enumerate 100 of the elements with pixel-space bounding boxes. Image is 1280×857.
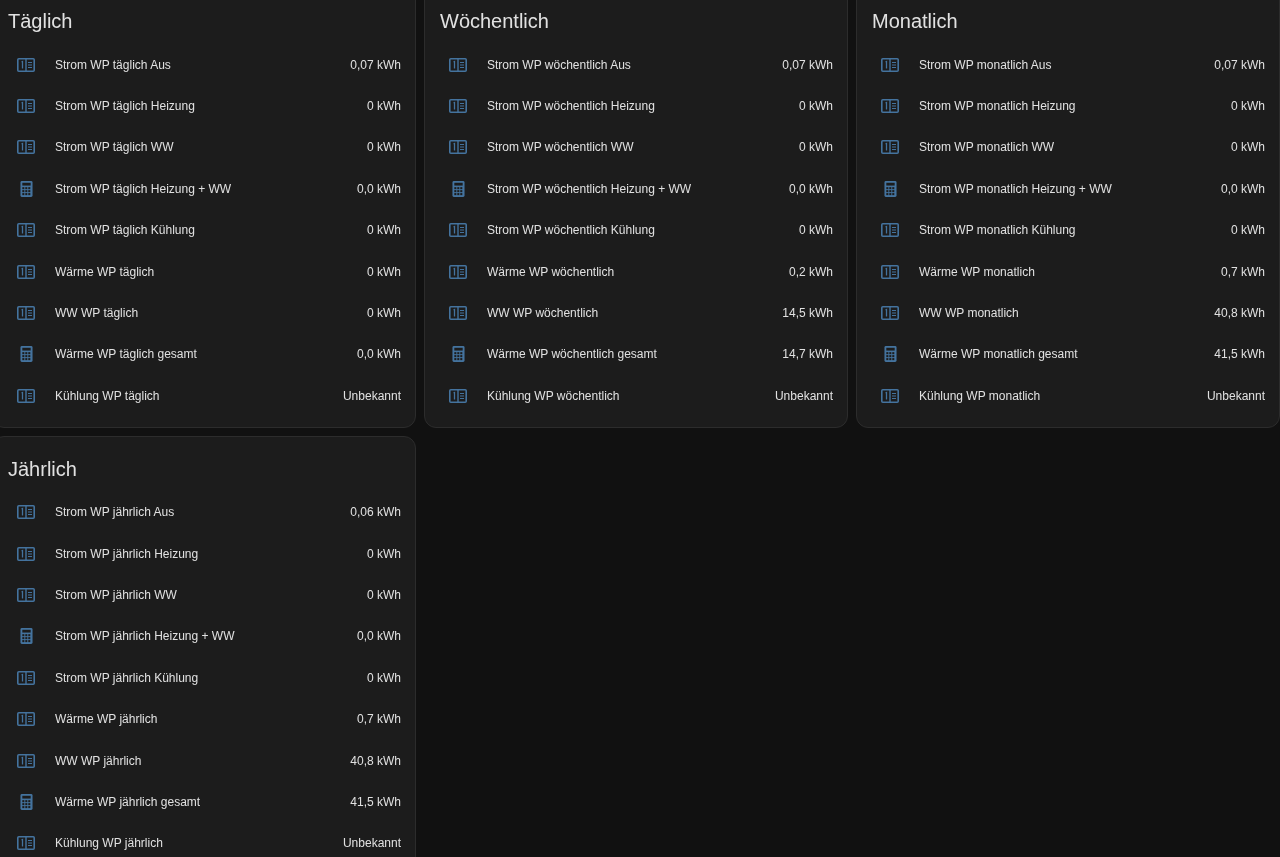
entity-name[interactable]: Strom WP jährlich Kühlung — [55, 670, 367, 685]
entity-value: 0 kWh — [799, 223, 833, 238]
calculator-icon — [451, 179, 465, 198]
entity-name[interactable]: Strom WP wöchentlich Heizung — [487, 99, 799, 114]
entity-value: 0 kWh — [799, 99, 833, 114]
entity-name[interactable]: Strom WP täglich Heizung — [55, 99, 367, 114]
entity-name[interactable]: Strom WP täglich Kühlung — [55, 223, 367, 238]
entity-name[interactable]: Strom WP monatlich Heizung + WW — [919, 181, 1221, 196]
entity-name[interactable]: Strom WP wöchentlich WW — [487, 140, 799, 155]
entity-value: 0,0 kWh — [357, 181, 401, 196]
entity-name[interactable]: WW WP täglich — [55, 306, 367, 321]
entity-value: 0 kWh — [1231, 140, 1265, 155]
calculator-icon — [883, 179, 897, 198]
entity-name[interactable]: Strom WP täglich Aus — [55, 57, 351, 72]
counter-icon — [17, 588, 35, 602]
entity-value: 0 kWh — [367, 546, 401, 561]
calculator-icon — [451, 345, 465, 364]
entity-name[interactable]: Wärme WP täglich — [55, 264, 367, 279]
entity-name[interactable]: Wärme WP jährlich — [55, 712, 357, 727]
counter-icon — [449, 99, 467, 114]
entity-value: 0,7 kWh — [357, 712, 401, 727]
counter-icon — [17, 223, 35, 238]
entity-name[interactable]: Wärme WP jährlich gesamt — [55, 794, 351, 809]
entity-value: Unbekannt — [774, 388, 833, 403]
calculator-icon — [883, 345, 897, 364]
entity-value: 0 kWh — [367, 306, 401, 321]
entity-value: 0 kWh — [1231, 223, 1265, 238]
counter-icon — [17, 670, 35, 685]
entity-name[interactable]: Wärme WP monatlich — [919, 264, 1221, 279]
counter-icon — [881, 99, 899, 114]
counter-icon — [17, 712, 35, 727]
entity-name[interactable]: Strom WP jährlich Heizung — [55, 546, 367, 561]
entity-name[interactable]: Strom WP monatlich Kühlung — [919, 223, 1231, 238]
entity-name[interactable]: Strom WP monatlich WW — [919, 140, 1231, 155]
counter-icon — [449, 264, 467, 279]
entity-value: 0 kWh — [1231, 99, 1265, 114]
entity-name[interactable]: Wärme WP wöchentlich — [487, 264, 789, 279]
entity-name[interactable]: Strom WP monatlich Aus — [919, 57, 1215, 72]
counter-icon — [881, 388, 899, 403]
counter-icon — [17, 388, 35, 403]
entity-value: 0,2 kWh — [789, 264, 833, 279]
entity-value: 0 kWh — [367, 140, 401, 155]
counter-icon — [449, 140, 467, 155]
counter-icon — [881, 306, 899, 321]
calculator-icon — [19, 179, 33, 198]
counter-icon — [449, 57, 467, 72]
entity-value: 0 kWh — [367, 99, 401, 114]
counter-icon — [17, 836, 35, 851]
entity-name[interactable]: Strom WP monatlich Heizung — [919, 99, 1231, 114]
card-title: Jährlich — [8, 456, 77, 482]
entity-name[interactable]: WW WP monatlich — [919, 306, 1215, 321]
card-title: Wöchentlich — [440, 9, 549, 34]
entity-name[interactable]: WW WP jährlich — [55, 753, 351, 768]
counter-icon — [881, 57, 899, 72]
entity-value: 0 kWh — [367, 588, 401, 602]
counter-icon — [449, 223, 467, 238]
entity-value: Unbekannt — [342, 388, 401, 403]
entity-name[interactable]: Strom WP jährlich Aus — [55, 505, 351, 520]
entity-name[interactable]: Wärme WP täglich gesamt — [55, 347, 357, 362]
entity-name[interactable]: Strom WP jährlich WW — [55, 588, 367, 602]
entity-value: 0,07 kWh — [782, 57, 833, 72]
entity-value: 0,07 kWh — [350, 57, 401, 72]
entity-value: 0 kWh — [799, 140, 833, 155]
entity-name[interactable]: Strom WP wöchentlich Kühlung — [487, 223, 799, 238]
counter-icon — [17, 140, 35, 155]
entity-value: 40,8 kWh — [1214, 306, 1265, 321]
entity-value: 14,7 kWh — [782, 347, 833, 362]
entity-value: 0,0 kWh — [357, 347, 401, 362]
counter-icon — [17, 99, 35, 114]
entity-name[interactable]: Strom WP jährlich Heizung + WW — [55, 629, 357, 644]
entity-name[interactable]: Kühlung WP monatlich — [919, 388, 1207, 403]
entity-name[interactable]: WW WP wöchentlich — [487, 306, 783, 321]
entity-value: 14,5 kWh — [782, 306, 833, 321]
counter-icon — [881, 140, 899, 155]
counter-icon — [17, 505, 35, 520]
counter-icon — [449, 306, 467, 321]
entity-value: 0,07 kWh — [1214, 57, 1265, 72]
entity-name[interactable]: Kühlung WP täglich — [55, 388, 343, 403]
entity-value: Unbekannt — [342, 836, 401, 851]
counter-icon — [17, 753, 35, 768]
counter-icon — [449, 388, 467, 403]
counter-icon — [881, 264, 899, 279]
entity-value: 0,0 kWh — [357, 629, 401, 644]
entity-name[interactable]: Kühlung WP wöchentlich — [487, 388, 775, 403]
entity-value: 0,7 kWh — [1221, 264, 1265, 279]
card-title: Täglich — [8, 9, 73, 34]
card-title: Monatlich — [872, 9, 958, 34]
entity-value: 0,0 kWh — [789, 181, 833, 196]
entity-name[interactable]: Wärme WP monatlich gesamt — [919, 347, 1215, 362]
entity-value: 0 kWh — [367, 223, 401, 238]
entity-name[interactable]: Wärme WP wöchentlich gesamt — [487, 347, 783, 362]
entity-name[interactable]: Strom WP täglich WW — [55, 140, 367, 155]
entity-name[interactable]: Strom WP täglich Heizung + WW — [55, 181, 357, 196]
counter-icon — [881, 223, 899, 238]
entity-name[interactable]: Kühlung WP jährlich — [55, 836, 343, 851]
entity-value: 40,8 kWh — [350, 753, 401, 768]
entity-value: Unbekannt — [1206, 388, 1265, 403]
entity-value: 0,0 kWh — [1221, 181, 1265, 196]
entity-name[interactable]: Strom WP wöchentlich Aus — [487, 57, 783, 72]
entity-name[interactable]: Strom WP wöchentlich Heizung + WW — [487, 181, 789, 196]
